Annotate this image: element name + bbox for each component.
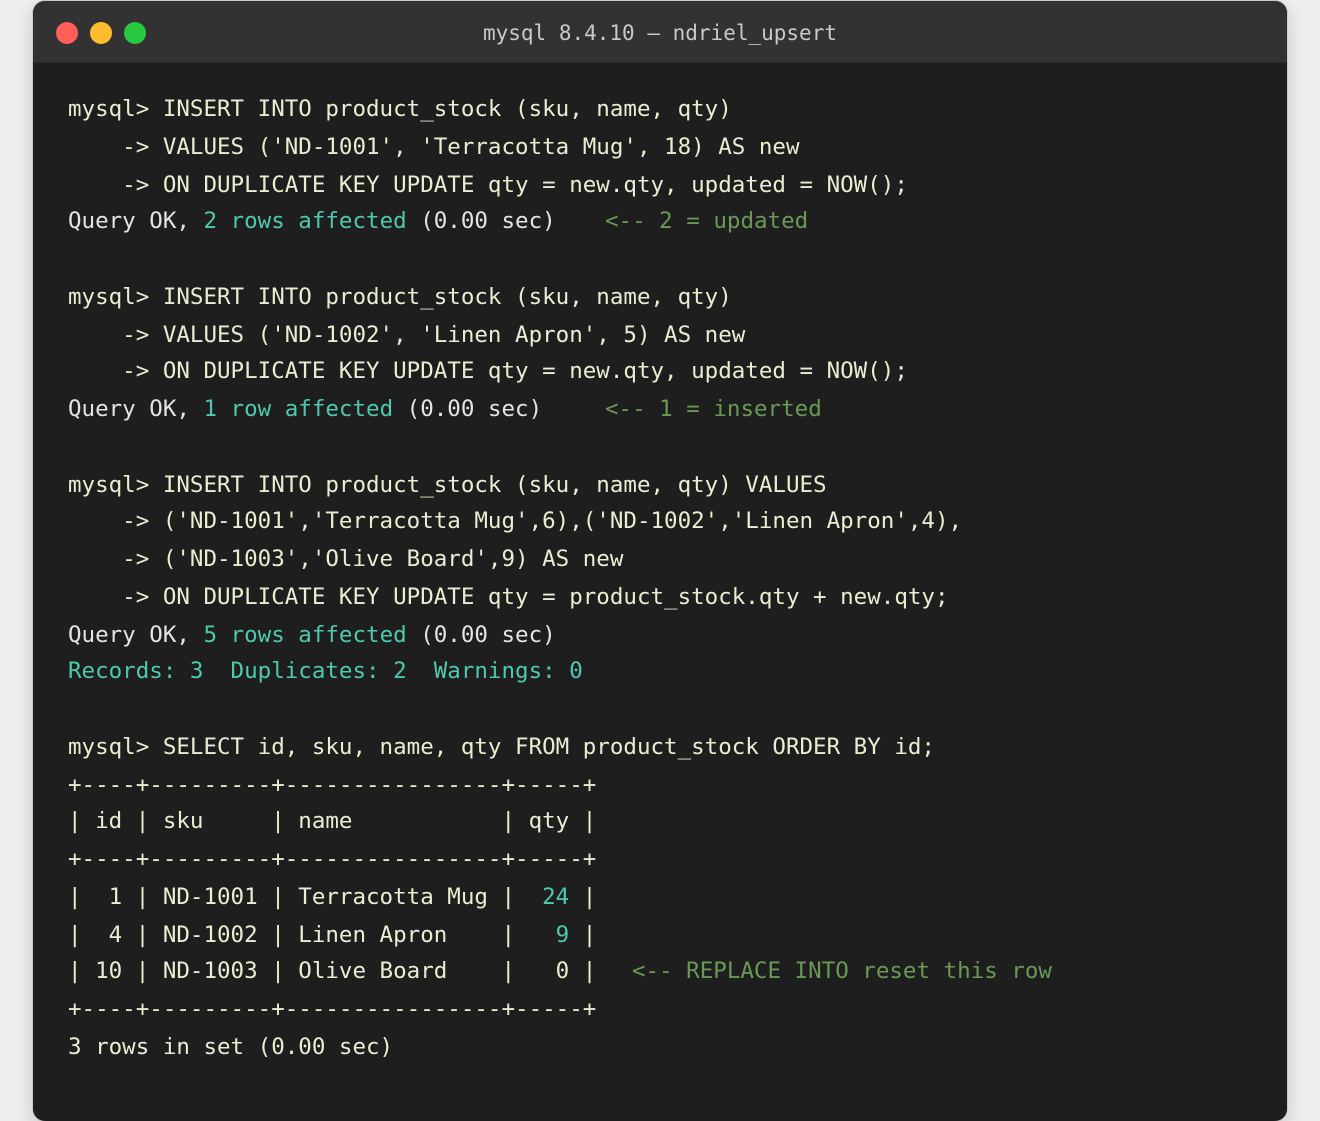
- terminal-line: -> ON DUPLICATE KEY UPDATE qty = new.qty…: [68, 358, 908, 384]
- terminal-line: mysql> INSERT INTO product_stock (sku, n…: [68, 472, 827, 498]
- qty-value: 0: [555, 958, 570, 984]
- annotation-comment: <-- 2 = updated: [605, 208, 809, 234]
- row-cells: | 10 | ND-1003 | Olive Board |: [68, 958, 556, 984]
- qty-value: 9: [555, 922, 570, 948]
- records-summary: Records: 3 Duplicates: 2 Warnings: 0: [68, 658, 583, 684]
- query-time: (0.00 sec): [393, 396, 543, 422]
- table-header: | id | sku | name | qty |: [68, 808, 597, 834]
- table-row: | 1 | ND-1001 | Terracotta Mug | 24 |: [68, 882, 596, 912]
- terminal-line: mysql> INSERT INTO product_stock (sku, n…: [68, 96, 732, 122]
- query-time: (0.00 sec): [406, 622, 556, 648]
- terminal-window: mysql 8.4.10 — ndriel_upsert mysql> INSE…: [33, 1, 1287, 1121]
- result-footer: 3 rows in set (0.00 sec): [68, 1034, 394, 1060]
- query-ok-text: Query OK,: [68, 622, 204, 648]
- query-time: (0.00 sec): [406, 208, 556, 234]
- rows-affected: 5 rows affected: [203, 622, 407, 648]
- query-ok-text: Query OK,: [68, 396, 204, 422]
- terminal-line: mysql> SELECT id, sku, name, qty FROM pr…: [68, 734, 935, 760]
- terminal-line: -> VALUES ('ND-1002', 'Linen Apron', 5) …: [68, 322, 746, 348]
- title-bar: mysql 8.4.10 — ndriel_upsert: [33, 1, 1287, 63]
- row-cells: | 1 | ND-1001 | Terracotta Mug |: [68, 884, 543, 910]
- terminal-line: -> ('ND-1001','Terracotta Mug',6),('ND-1…: [68, 508, 963, 534]
- table-border: +----+---------+----------------+-----+: [68, 996, 597, 1022]
- row-end: |: [569, 958, 597, 984]
- annotation-comment: <-- 1 = inserted: [605, 396, 822, 422]
- qty-value: 24: [542, 884, 570, 910]
- query-result-line: Query OK, 5 rows affected (0.00 sec): [68, 620, 556, 650]
- terminal-line: -> ON DUPLICATE KEY UPDATE qty = new.qty…: [68, 172, 908, 198]
- table-row: | 10 | ND-1003 | Olive Board | 0 |: [68, 956, 596, 986]
- rows-affected: 1 row affected: [203, 396, 394, 422]
- terminal-line: -> ON DUPLICATE KEY UPDATE qty = product…: [68, 584, 949, 610]
- row-end: |: [569, 884, 597, 910]
- row-end: |: [569, 922, 597, 948]
- query-result-line: Query OK, 2 rows affected (0.00 sec): [68, 206, 556, 236]
- query-ok-text: Query OK,: [68, 208, 204, 234]
- rows-affected: 2 rows affected: [203, 208, 407, 234]
- query-result-line: Query OK, 1 row affected (0.00 sec): [68, 394, 542, 424]
- row-cells: | 4 | ND-1002 | Linen Apron |: [68, 922, 556, 948]
- terminal-line: mysql> INSERT INTO product_stock (sku, n…: [68, 284, 732, 310]
- annotation-comment: <-- REPLACE INTO reset this row: [632, 958, 1052, 984]
- table-row: | 4 | ND-1002 | Linen Apron | 9 |: [68, 920, 596, 950]
- table-border: +----+---------+----------------+-----+: [68, 846, 597, 872]
- window-title: mysql 8.4.10 — ndriel_upsert: [482, 21, 837, 45]
- terminal-line: -> ('ND-1003','Olive Board',9) AS new: [68, 546, 624, 572]
- table-border: +----+---------+----------------+-----+: [68, 772, 597, 798]
- terminal-line: -> VALUES ('ND-1001', 'Terracotta Mug', …: [68, 134, 800, 160]
- terminal-output[interactable]: mysql> INSERT INTO product_stock (sku, n…: [68, 1, 1052, 1060]
